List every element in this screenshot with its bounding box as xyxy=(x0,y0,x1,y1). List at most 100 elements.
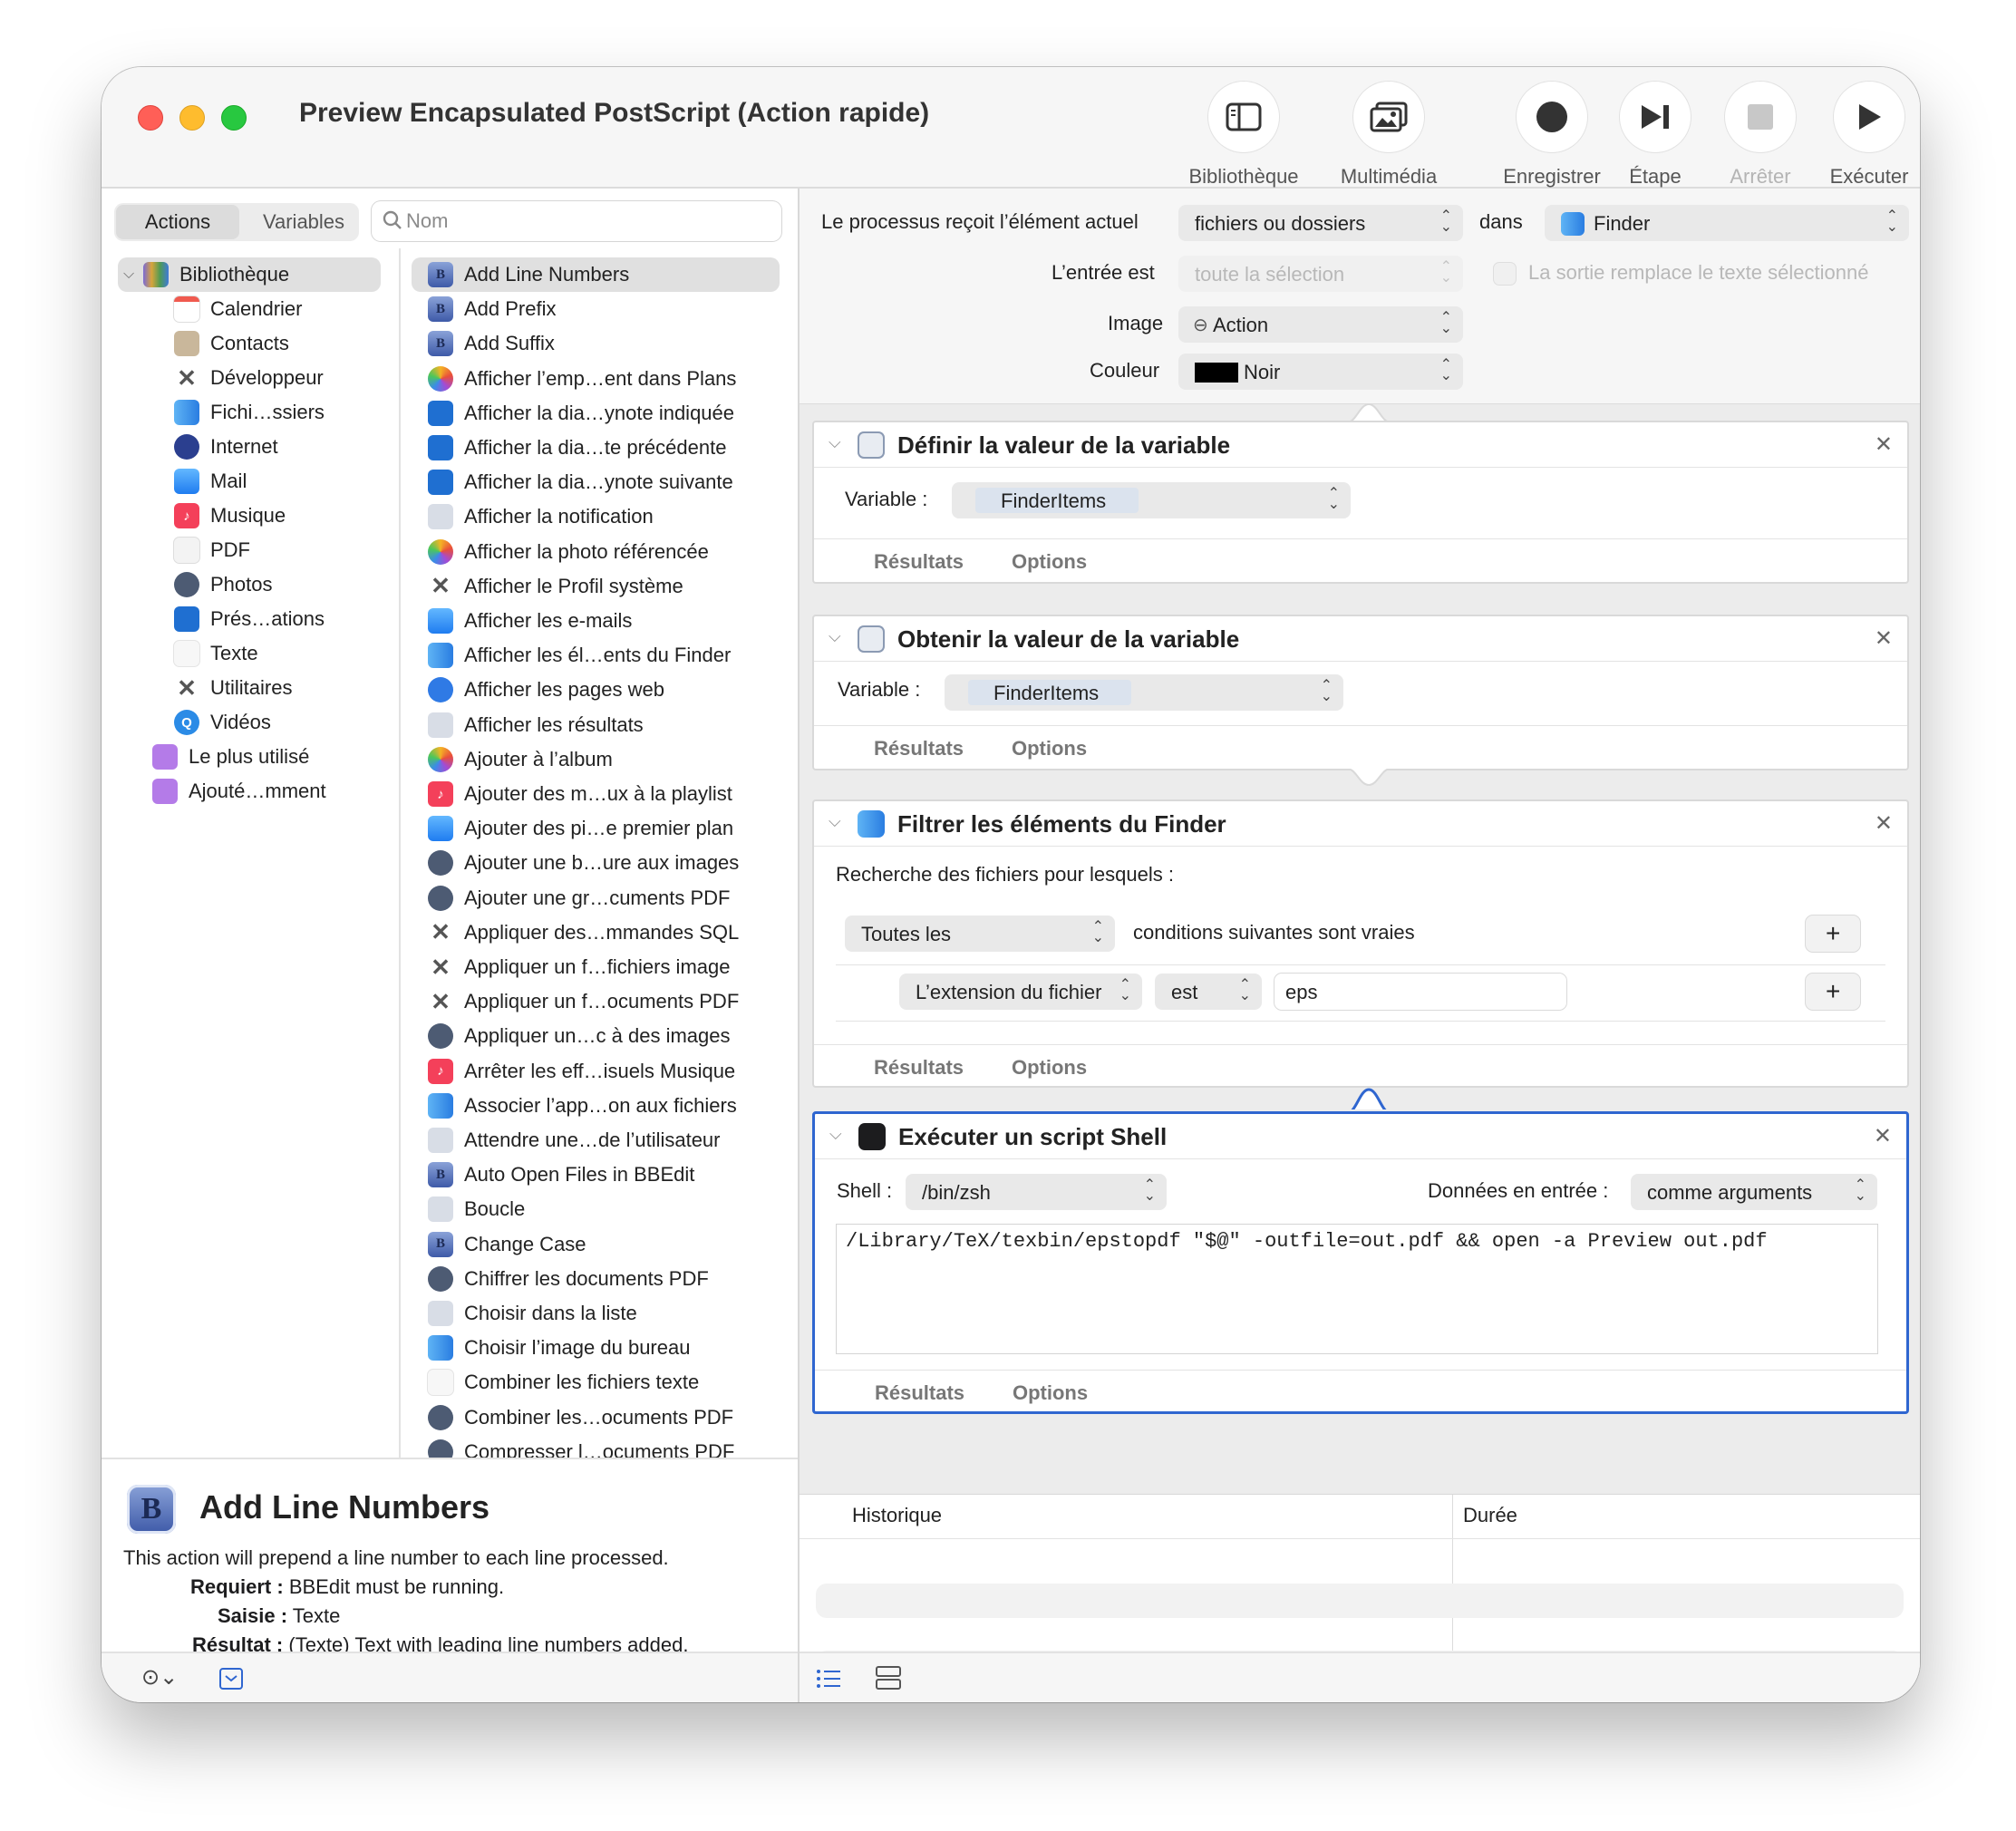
action-list-item[interactable]: ♪ Arrêter les eff…isuels Musique xyxy=(428,1054,735,1089)
tab-actions[interactable]: Actions xyxy=(116,205,239,239)
action-list-item[interactable]: Ajouter à l’album xyxy=(428,742,613,777)
action-list-item[interactable]: Afficher l’emp…ent dans Plans xyxy=(428,362,736,396)
color-popup[interactable]: Noir ⌃ ⌄ xyxy=(1178,354,1463,390)
action-set-variable[interactable]: ⌵ Définir la valeur de la variable ✕ Var… xyxy=(812,421,1909,584)
close-icon[interactable]: ✕ xyxy=(1875,625,1893,652)
library-toolbar-button[interactable]: Bibliothèque xyxy=(1180,82,1307,189)
close-window-button[interactable] xyxy=(138,105,163,131)
action-list-item[interactable]: Afficher les pages web xyxy=(428,673,664,707)
close-icon[interactable]: ✕ xyxy=(1875,431,1893,458)
chevron-down-icon[interactable]: ⌵ xyxy=(829,812,841,831)
action-list-item[interactable]: ✕ Afficher le Profil système xyxy=(428,569,683,604)
action-list-item[interactable]: Afficher la dia…ynote suivante xyxy=(428,465,733,499)
tab-results[interactable]: Résultats xyxy=(874,737,964,760)
action-list-item[interactable]: Combiner les fichiers texte xyxy=(428,1365,699,1400)
action-list-item[interactable]: Afficher la dia…ynote indiquée xyxy=(428,396,734,431)
history-column-header[interactable]: Historique xyxy=(852,1504,942,1527)
library-item-utilitaires[interactable]: ✕ Utilitaires xyxy=(174,671,292,705)
action-list-item[interactable]: B Change Case xyxy=(428,1227,586,1262)
action-list-item[interactable]: Attendre une…de l’utilisateur xyxy=(428,1123,721,1158)
tab-results[interactable]: Résultats xyxy=(874,550,964,574)
action-list-item[interactable]: ✕ Appliquer un f…ocuments PDF xyxy=(428,984,739,1019)
library-item-pdf[interactable]: PDF xyxy=(174,533,250,567)
minimize-window-button[interactable] xyxy=(179,105,205,131)
action-list-item[interactable]: B Auto Open Files in BBEdit xyxy=(428,1158,694,1192)
stop-toolbar-button[interactable]: Arrêter xyxy=(1715,82,1806,189)
action-list-item[interactable]: Appliquer un…c à des images xyxy=(428,1019,731,1053)
library-item-videos[interactable]: Q Vidéos xyxy=(174,705,271,740)
chevron-down-icon[interactable]: ⌵ xyxy=(829,627,841,646)
action-list-item[interactable]: Ajouter une b…ure aux images xyxy=(428,846,739,880)
condition-value-field[interactable]: eps xyxy=(1275,974,1566,1010)
action-list-item[interactable]: Afficher les e-mails xyxy=(428,604,632,638)
tab-options[interactable]: Options xyxy=(1012,550,1087,574)
library-item-calendrier[interactable]: Calendrier xyxy=(174,292,303,326)
chevron-down-icon[interactable]: ⌵ xyxy=(829,1125,842,1144)
action-filter-finder-items[interactable]: ⌵ Filtrer les éléments du Finder ✕ Reche… xyxy=(812,799,1909,1088)
add-condition-button[interactable]: + xyxy=(1806,916,1860,952)
library-item-presentations[interactable]: Prés…ations xyxy=(174,602,325,636)
library-most-used[interactable]: Le plus utilisé xyxy=(152,740,309,774)
action-list-item[interactable]: Ajouter une gr…cuments PDF xyxy=(428,881,730,916)
variable-popup[interactable]: FinderItems ⌃ ⌄ xyxy=(945,674,1343,711)
split-view-icon[interactable] xyxy=(876,1666,901,1690)
action-list-item[interactable]: Afficher les résultats xyxy=(428,708,644,742)
step-toolbar-button[interactable]: Étape xyxy=(1610,82,1701,189)
action-list-item[interactable]: Ajouter des pi…e premier plan xyxy=(428,811,733,846)
shell-popup[interactable]: /bin/zsh ⌃ ⌄ xyxy=(906,1174,1167,1210)
image-popup[interactable]: Action ⊖ ⌃ ⌄ xyxy=(1178,306,1463,343)
library-item-contacts[interactable]: Contacts xyxy=(174,326,289,361)
receives-popup[interactable]: fichiers ou dossiers ⌃ ⌄ xyxy=(1178,205,1463,241)
description-toggle-icon[interactable] xyxy=(219,1668,243,1690)
library-item-photos[interactable]: Photos xyxy=(174,567,273,602)
match-popup[interactable]: Toutes les ⌃ ⌄ xyxy=(845,916,1115,952)
tab-options[interactable]: Options xyxy=(1012,737,1087,760)
action-list-item[interactable]: B Add Suffix xyxy=(428,326,555,361)
duration-column-header[interactable]: Durée xyxy=(1463,1504,1517,1527)
library-item-internet[interactable]: Internet xyxy=(174,430,278,464)
action-list-item[interactable]: ✕ Appliquer des…mmandes SQL xyxy=(428,916,739,950)
action-list-item[interactable]: Afficher les él…ents du Finder xyxy=(428,638,731,673)
action-list-item[interactable]: B Add Prefix xyxy=(428,292,557,326)
library-recently-added[interactable]: Ajouté…mment xyxy=(152,774,326,809)
library-item-fichiers[interactable]: Fichi…ssiers xyxy=(174,395,325,430)
zoom-window-button[interactable] xyxy=(221,105,247,131)
replace-output-checkbox[interactable] xyxy=(1494,263,1516,285)
action-list-item[interactable]: Afficher la dia…te précédente xyxy=(428,431,726,465)
action-list-item[interactable]: Choisir l’image du bureau xyxy=(428,1331,690,1365)
list-view-icon[interactable] xyxy=(816,1668,841,1690)
action-get-variable[interactable]: ⌵ Obtenir la valeur de la variable ✕ Var… xyxy=(812,615,1909,770)
action-run-shell-script[interactable]: ⌵ Exécuter un script Shell ✕ Shell : /bi… xyxy=(812,1111,1909,1414)
condition-field-popup[interactable]: L’extension du fichier ⌃ ⌄ xyxy=(899,974,1142,1010)
tab-variables[interactable]: Variables xyxy=(250,205,357,239)
action-list-item[interactable]: Chiffrer les documents PDF xyxy=(428,1262,709,1296)
action-list-item[interactable]: ✕ Appliquer un f…fichiers image xyxy=(428,950,730,984)
action-list-item[interactable]: ♪ Ajouter des m…ux à la playlist xyxy=(428,777,732,811)
tab-results[interactable]: Résultats xyxy=(874,1056,964,1080)
close-icon[interactable]: ✕ xyxy=(1875,810,1893,837)
condition-operator-popup[interactable]: est ⌃ ⌄ xyxy=(1155,974,1262,1010)
library-item-musique[interactable]: ♪ Musique xyxy=(174,499,286,533)
media-toolbar-button[interactable]: Multimédia xyxy=(1325,82,1452,189)
action-list-item[interactable]: Afficher la photo référencée xyxy=(428,535,709,569)
add-subcondition-button[interactable]: + xyxy=(1806,974,1860,1010)
script-editor[interactable]: /Library/TeX/texbin/epstopdf "$@" -outfi… xyxy=(837,1225,1877,1353)
library-item-texte[interactable]: Texte xyxy=(174,636,258,671)
application-popup[interactable]: Finder ⌃ ⌄ xyxy=(1545,205,1909,241)
action-list-item[interactable]: Combiner les…ocuments PDF xyxy=(428,1400,733,1435)
run-toolbar-button[interactable]: Exécuter xyxy=(1818,82,1920,189)
library-root[interactable]: ⌵ Bibliothèque xyxy=(123,257,289,292)
action-list-item[interactable]: Afficher la notification xyxy=(428,499,654,534)
input-is-popup[interactable]: toute la sélection ⌃ ⌄ xyxy=(1178,256,1463,292)
tab-options[interactable]: Options xyxy=(1012,1056,1087,1080)
record-toolbar-button[interactable]: Enregistrer xyxy=(1488,82,1615,189)
library-item-mail[interactable]: Mail xyxy=(174,464,247,499)
tab-options[interactable]: Options xyxy=(1013,1381,1088,1405)
library-item-developpeur[interactable]: ✕ Développeur xyxy=(174,361,324,395)
action-list-item[interactable]: Choisir dans la liste xyxy=(428,1296,637,1331)
more-options-icon[interactable]: ⊙⌄ xyxy=(141,1664,178,1691)
search-field[interactable]: Nom xyxy=(372,201,781,241)
chevron-down-icon[interactable]: ⌵ xyxy=(829,433,841,452)
tab-results[interactable]: Résultats xyxy=(875,1381,964,1405)
action-list-item[interactable]: Associer l’app…on aux fichiers xyxy=(428,1089,737,1123)
